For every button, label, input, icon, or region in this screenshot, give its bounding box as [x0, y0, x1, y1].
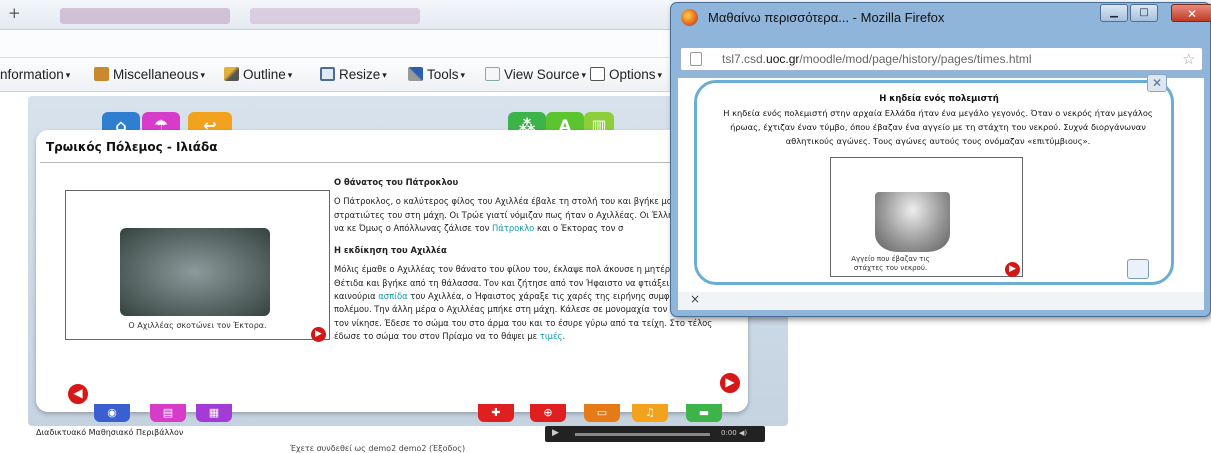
bottom-tab-cd[interactable]: ◉: [94, 404, 130, 422]
audio-seek-bar[interactable]: [575, 433, 710, 436]
bottom-tab-board[interactable]: ▬: [686, 404, 722, 422]
lesson-title: Τρωικός Πόλεμος - Ιλιάδα: [46, 140, 218, 154]
previous-page-button[interactable]: ◀: [66, 382, 90, 406]
bottom-tab-notes[interactable]: ▤: [150, 404, 186, 422]
toolbar-outline[interactable]: Outline ▾: [224, 67, 292, 82]
bottom-tab-tools[interactable]: ✚: [478, 404, 514, 422]
toolbar-view-source[interactable]: View Source ▾: [485, 67, 586, 82]
login-info: Έχετε συνδεθεί ως demo2 demo2 (Έξοδος): [290, 444, 466, 453]
close-icon[interactable]: ✕: [1147, 74, 1167, 92]
popup-heading: Η κηδεία ενός πολεμιστή: [879, 94, 999, 104]
window-close-button[interactable]: ✕: [1171, 4, 1211, 22]
lesson-image: [120, 228, 270, 316]
toolbar-tools[interactable]: Tools ▾: [408, 67, 465, 82]
bottom-tab-gallery[interactable]: ▦: [196, 404, 232, 422]
scissors-icon: [408, 67, 423, 81]
environment-footer: Διαδικτυακό Μαθησιακό Περιβάλλον: [36, 428, 184, 437]
maximize-button[interactable]: □: [1130, 4, 1158, 22]
popup-status-bar: [678, 292, 1204, 310]
page-icon: [690, 52, 702, 66]
bookmark-star-icon[interactable]: ☆: [1182, 50, 1195, 68]
popup-window-title: Μαθαίνω περισσότερα... - Mozilla Firefox: [708, 10, 945, 25]
popup-image-caption: Αγγείο που έβαζαν τις στάχτες του νεκρού…: [851, 255, 930, 272]
play-icon[interactable]: ▶: [552, 428, 559, 438]
background-tab[interactable]: [60, 8, 230, 24]
print-icon[interactable]: [1127, 259, 1149, 279]
next-page-button[interactable]: ▶: [718, 371, 742, 395]
shield-link[interactable]: ασπίδα: [378, 291, 407, 301]
document-icon: [485, 67, 500, 81]
popup-image-play-button[interactable]: ▶: [1005, 262, 1020, 277]
firefox-icon: [681, 9, 698, 26]
minimize-button[interactable]: ▁: [1100, 4, 1128, 22]
popup-url: tsl7.csd.uoc.gr/moodle/mod/page/history/…: [722, 52, 1032, 66]
toolbar-resize[interactable]: Resize ▾: [320, 67, 387, 82]
bottom-tab-folder[interactable]: ▭: [584, 404, 620, 422]
title-divider: [40, 162, 740, 163]
popup-body: Η κηδεία ενός πολεμιστή στην αρχαία Ελλά…: [723, 108, 1153, 146]
toolbar-miscellaneous[interactable]: Miscellaneous ▾: [94, 67, 205, 82]
new-tab-button[interactable]: +: [8, 4, 21, 22]
bottom-tab-music[interactable]: ♫: [632, 404, 668, 422]
toolbar-options[interactable]: Options ▾: [590, 67, 662, 82]
audio-time: 0:00 ◀): [721, 429, 748, 437]
image-play-button[interactable]: ▶: [311, 327, 326, 342]
vase-image: [875, 192, 950, 252]
resize-icon: [320, 67, 335, 81]
options-icon: [590, 67, 605, 81]
briefcase-icon: [94, 67, 109, 81]
bottom-tab-globe[interactable]: ⊕: [530, 404, 566, 422]
status-close-icon[interactable]: ×: [690, 292, 700, 306]
patroklos-link[interactable]: Πάτροκλο: [492, 223, 534, 233]
pencil-icon: [224, 67, 239, 81]
toolbar-information[interactable]: nformation ▾: [0, 67, 70, 82]
lesson-image-caption: Ο Αχιλλέας σκοτώνει τον Έκτορα.: [128, 321, 267, 330]
honors-link[interactable]: τιμές: [540, 331, 563, 341]
background-tab[interactable]: [250, 8, 420, 24]
